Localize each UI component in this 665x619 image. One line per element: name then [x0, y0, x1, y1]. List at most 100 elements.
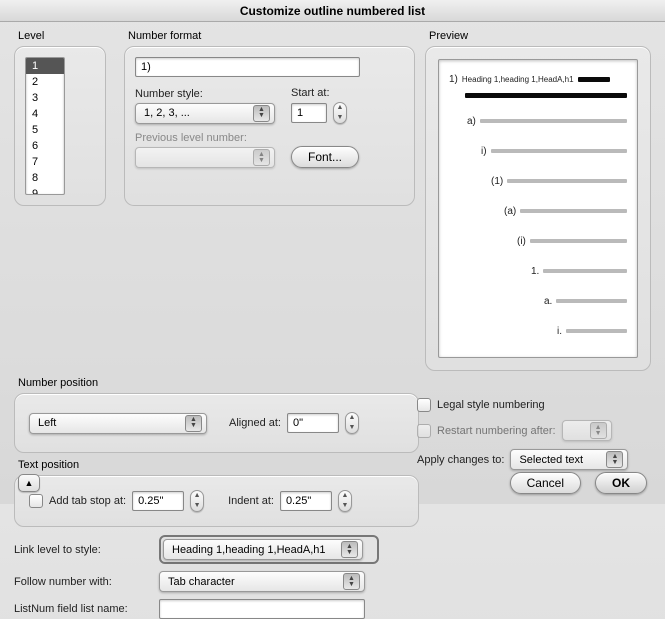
- text-position-panel: Add tab stop at: ▲▼ Indent at: ▲▼: [14, 475, 419, 527]
- level-item[interactable]: 3: [26, 90, 64, 106]
- chevron-updown-icon: ▲▼: [606, 451, 623, 468]
- preview-num: i.: [557, 326, 562, 337]
- preview-num: 1): [449, 74, 458, 85]
- position-align-select[interactable]: Left ▲▼: [29, 413, 207, 434]
- preview-bar: [578, 77, 610, 82]
- restart-label: Restart numbering after:: [437, 425, 556, 437]
- preview-box: 1) Heading 1,heading 1,HeadA,h1 a) i) (1) (a)…: [438, 59, 638, 358]
- start-at-input[interactable]: [291, 103, 327, 123]
- preview-row: (i): [449, 226, 627, 256]
- preview-bar: [491, 149, 627, 153]
- chevron-updown-icon: ▲▼: [253, 105, 270, 122]
- indent-at-input[interactable]: [280, 491, 332, 511]
- level-label: Level: [18, 30, 114, 42]
- preview-bar: [520, 209, 627, 213]
- aligned-at-input[interactable]: [287, 413, 339, 433]
- lower-right: Legal style numbering Restart numbering …: [417, 398, 647, 470]
- preview-num: i): [481, 146, 487, 157]
- preview-num: 1.: [531, 266, 539, 277]
- number-position-label: Number position: [18, 377, 419, 389]
- preview-num: (a): [504, 206, 516, 217]
- add-tab-label: Add tab stop at:: [49, 495, 126, 507]
- level-item[interactable]: 4: [26, 106, 64, 122]
- tab-at-input[interactable]: [132, 491, 184, 511]
- triangle-up-icon: ▲: [25, 478, 34, 488]
- preview-row: 1.: [449, 256, 627, 286]
- preview-num: a.: [544, 296, 552, 307]
- number-style-select[interactable]: 1, 2, 3, ... ▲▼: [135, 103, 275, 124]
- level-item[interactable]: 6: [26, 138, 64, 154]
- preview-row: (1): [449, 166, 627, 196]
- text-position-label: Text position: [18, 459, 419, 471]
- chevron-updown-icon: ▲▼: [341, 541, 358, 558]
- dialog-title: Customize outline numbered list: [0, 0, 665, 22]
- restart-select: ▲▼: [562, 420, 612, 441]
- number-position-panel: Left ▲▼ Aligned at: ▲▼: [14, 393, 419, 453]
- level-item[interactable]: 7: [26, 154, 64, 170]
- ok-button[interactable]: OK: [595, 472, 647, 494]
- listnum-input[interactable]: [159, 599, 365, 619]
- preview-bar: [465, 93, 627, 98]
- number-format-panel: Number style: 1, 2, 3, ... ▲▼ Start at: …: [124, 46, 415, 206]
- start-at-stepper[interactable]: ▲▼: [333, 102, 347, 124]
- chevron-updown-icon: ▲▼: [253, 149, 270, 166]
- preview-bar: [480, 119, 627, 123]
- number-style-label: Number style:: [135, 88, 285, 100]
- level-item[interactable]: 1: [26, 58, 64, 74]
- start-at-label: Start at:: [291, 87, 347, 99]
- chevron-updown-icon: ▲▼: [343, 573, 360, 590]
- prev-level-label: Previous level number:: [135, 132, 285, 144]
- tab-at-stepper[interactable]: ▲▼: [190, 490, 204, 512]
- apply-changes-select[interactable]: Selected text ▲▼: [510, 449, 628, 470]
- chevron-updown-icon: ▲▼: [590, 422, 607, 439]
- indent-at-stepper[interactable]: ▲▼: [338, 490, 352, 512]
- restart-checkbox: [417, 424, 431, 438]
- preview-row: a): [449, 106, 627, 136]
- preview-row: i): [449, 136, 627, 166]
- follow-number-value: Tab character: [168, 576, 235, 588]
- preview-bar: [530, 239, 627, 243]
- font-button[interactable]: Font...: [291, 146, 359, 168]
- level-item[interactable]: 8: [26, 170, 64, 186]
- preview-heading-text: Heading 1,heading 1,HeadA,h1: [462, 75, 574, 84]
- preview-row: (a): [449, 196, 627, 226]
- legal-checkbox[interactable]: [417, 398, 431, 412]
- preview-panel: 1) Heading 1,heading 1,HeadA,h1 a) i) (1) (a)…: [425, 46, 651, 371]
- level-item[interactable]: 2: [26, 74, 64, 90]
- preview-row: 1) Heading 1,heading 1,HeadA,h1: [449, 70, 627, 88]
- aligned-at-stepper[interactable]: ▲▼: [345, 412, 359, 434]
- add-tab-checkbox[interactable]: [29, 494, 43, 508]
- aligned-at-label: Aligned at:: [229, 417, 281, 429]
- level-panel: 123456789: [14, 46, 106, 206]
- preview-bar: [566, 329, 627, 333]
- follow-number-label: Follow number with:: [14, 576, 149, 588]
- apply-changes-value: Selected text: [519, 454, 583, 466]
- preview-label: Preview: [429, 30, 651, 42]
- number-style-value: 1, 2, 3, ...: [144, 107, 190, 119]
- apply-changes-label: Apply changes to:: [417, 454, 504, 466]
- preview-bar: [507, 179, 627, 183]
- dialog-footer: Cancel OK: [510, 472, 647, 494]
- preview-row: a.: [449, 286, 627, 316]
- collapse-toggle[interactable]: ▲: [18, 474, 40, 492]
- level-item[interactable]: 5: [26, 122, 64, 138]
- link-level-select[interactable]: Heading 1,heading 1,HeadA,h1 ▲▼: [163, 539, 363, 560]
- follow-number-select[interactable]: Tab character ▲▼: [159, 571, 365, 592]
- indent-at-label: Indent at:: [228, 495, 274, 507]
- chevron-updown-icon: ▲▼: [185, 415, 202, 432]
- listnum-label: ListNum field list name:: [14, 603, 149, 615]
- lower-form: Link level to style: Heading 1,heading 1…: [14, 535, 651, 619]
- level-item[interactable]: 9: [26, 186, 64, 195]
- position-align-value: Left: [38, 417, 56, 429]
- prev-level-select: ▲▼: [135, 147, 275, 168]
- dialog-body: Level 123456789 Number format Number sty…: [0, 22, 665, 504]
- preview-bar: [543, 269, 627, 273]
- link-level-label: Link level to style:: [14, 544, 149, 556]
- number-format-input[interactable]: [135, 57, 360, 77]
- preview-num: (1): [491, 176, 503, 187]
- preview-bar: [556, 299, 627, 303]
- preview-row: i.: [449, 316, 627, 346]
- level-list[interactable]: 123456789: [25, 57, 65, 195]
- number-format-label: Number format: [128, 30, 415, 42]
- cancel-button[interactable]: Cancel: [510, 472, 581, 494]
